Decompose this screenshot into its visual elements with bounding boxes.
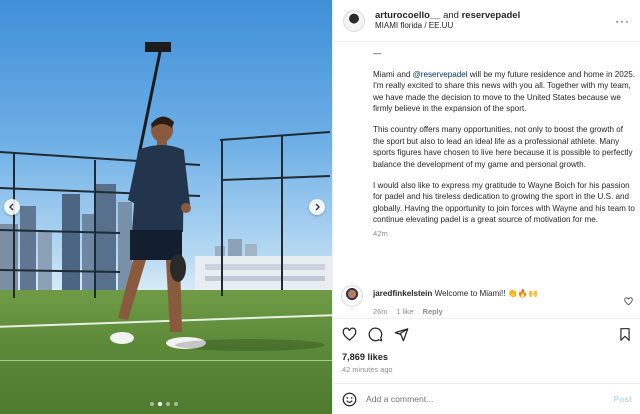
commenter-username[interactable]: jaredfinkelstein <box>373 289 432 298</box>
post-timestamp[interactable]: 42 minutes ago <box>342 365 393 374</box>
court-fence <box>0 42 331 351</box>
collab-connector: and <box>443 10 459 21</box>
carousel-dots <box>150 402 178 406</box>
author-avatar[interactable] <box>343 9 365 32</box>
post-actions-bar <box>333 318 640 350</box>
carousel-dot-active[interactable] <box>158 402 162 406</box>
comment-icon <box>368 327 383 342</box>
caption-dash: — <box>373 49 382 58</box>
chevron-right-icon <box>315 203 320 211</box>
emoji-button[interactable] <box>342 392 357 407</box>
post-photo <box>0 0 332 414</box>
commenter-avatar[interactable] <box>341 285 363 307</box>
carousel-dot[interactable] <box>166 402 170 406</box>
share-button[interactable] <box>394 327 409 342</box>
caption-paragraph-3: I would also like to express my gratitud… <box>373 180 635 225</box>
emoji-icon <box>342 392 357 406</box>
comment-button[interactable] <box>368 327 383 342</box>
more-icon: ··· <box>615 13 630 28</box>
caption-paragraph-1: Miami and @reservepadel will be my futur… <box>373 69 635 114</box>
comment-text: Welcome to Miami!! 👏🔥🙌 <box>434 289 539 298</box>
carousel-dot[interactable] <box>174 402 178 406</box>
save-button[interactable] <box>618 327 632 342</box>
carousel-prev-button[interactable] <box>4 199 20 215</box>
post-header: arturocoello__ and reservepadel MIAMI fl… <box>333 0 640 42</box>
caption-timestamp: 42m <box>373 229 388 239</box>
post-caption: — Miami and @reservepadel will be my fut… <box>373 48 635 250</box>
heart-icon <box>624 297 633 306</box>
comment-like-button[interactable] <box>624 293 633 311</box>
carousel-next-button[interactable] <box>309 199 325 215</box>
more-options-button[interactable]: ··· <box>615 14 630 28</box>
player-figure <box>110 116 206 349</box>
carousel-dot[interactable] <box>150 402 154 406</box>
comment-reply-button[interactable]: Reply <box>423 307 443 317</box>
caption-mention-link[interactable]: @reservepadel <box>413 70 468 79</box>
chevron-left-icon <box>9 203 14 211</box>
comment-composer: Post <box>333 383 640 414</box>
bookmark-icon <box>620 328 630 341</box>
caption-paragraph-2: This country offers many opportunities, … <box>373 125 633 169</box>
share-icon <box>394 328 409 342</box>
like-button[interactable] <box>342 327 357 342</box>
heart-icon <box>342 327 357 341</box>
post-details-panel: arturocoello__ and reservepadel MIAMI fl… <box>332 0 640 414</box>
comment-item: jaredfinkelstein Welcome to Miami!! 👏🔥🙌 … <box>341 285 637 316</box>
comment-input[interactable] <box>366 394 614 404</box>
like-count[interactable]: 7,869 likes <box>342 352 388 362</box>
comment-likes[interactable]: 1 like <box>396 307 413 317</box>
comment-time: 26m <box>373 306 388 316</box>
post-comment-button[interactable]: Post <box>613 394 632 404</box>
location-link[interactable]: MIAMI florida / EE.UU <box>375 21 520 31</box>
collaborator-username[interactable]: reservepadel <box>462 10 521 21</box>
author-username[interactable]: arturocoello__ <box>375 10 440 21</box>
